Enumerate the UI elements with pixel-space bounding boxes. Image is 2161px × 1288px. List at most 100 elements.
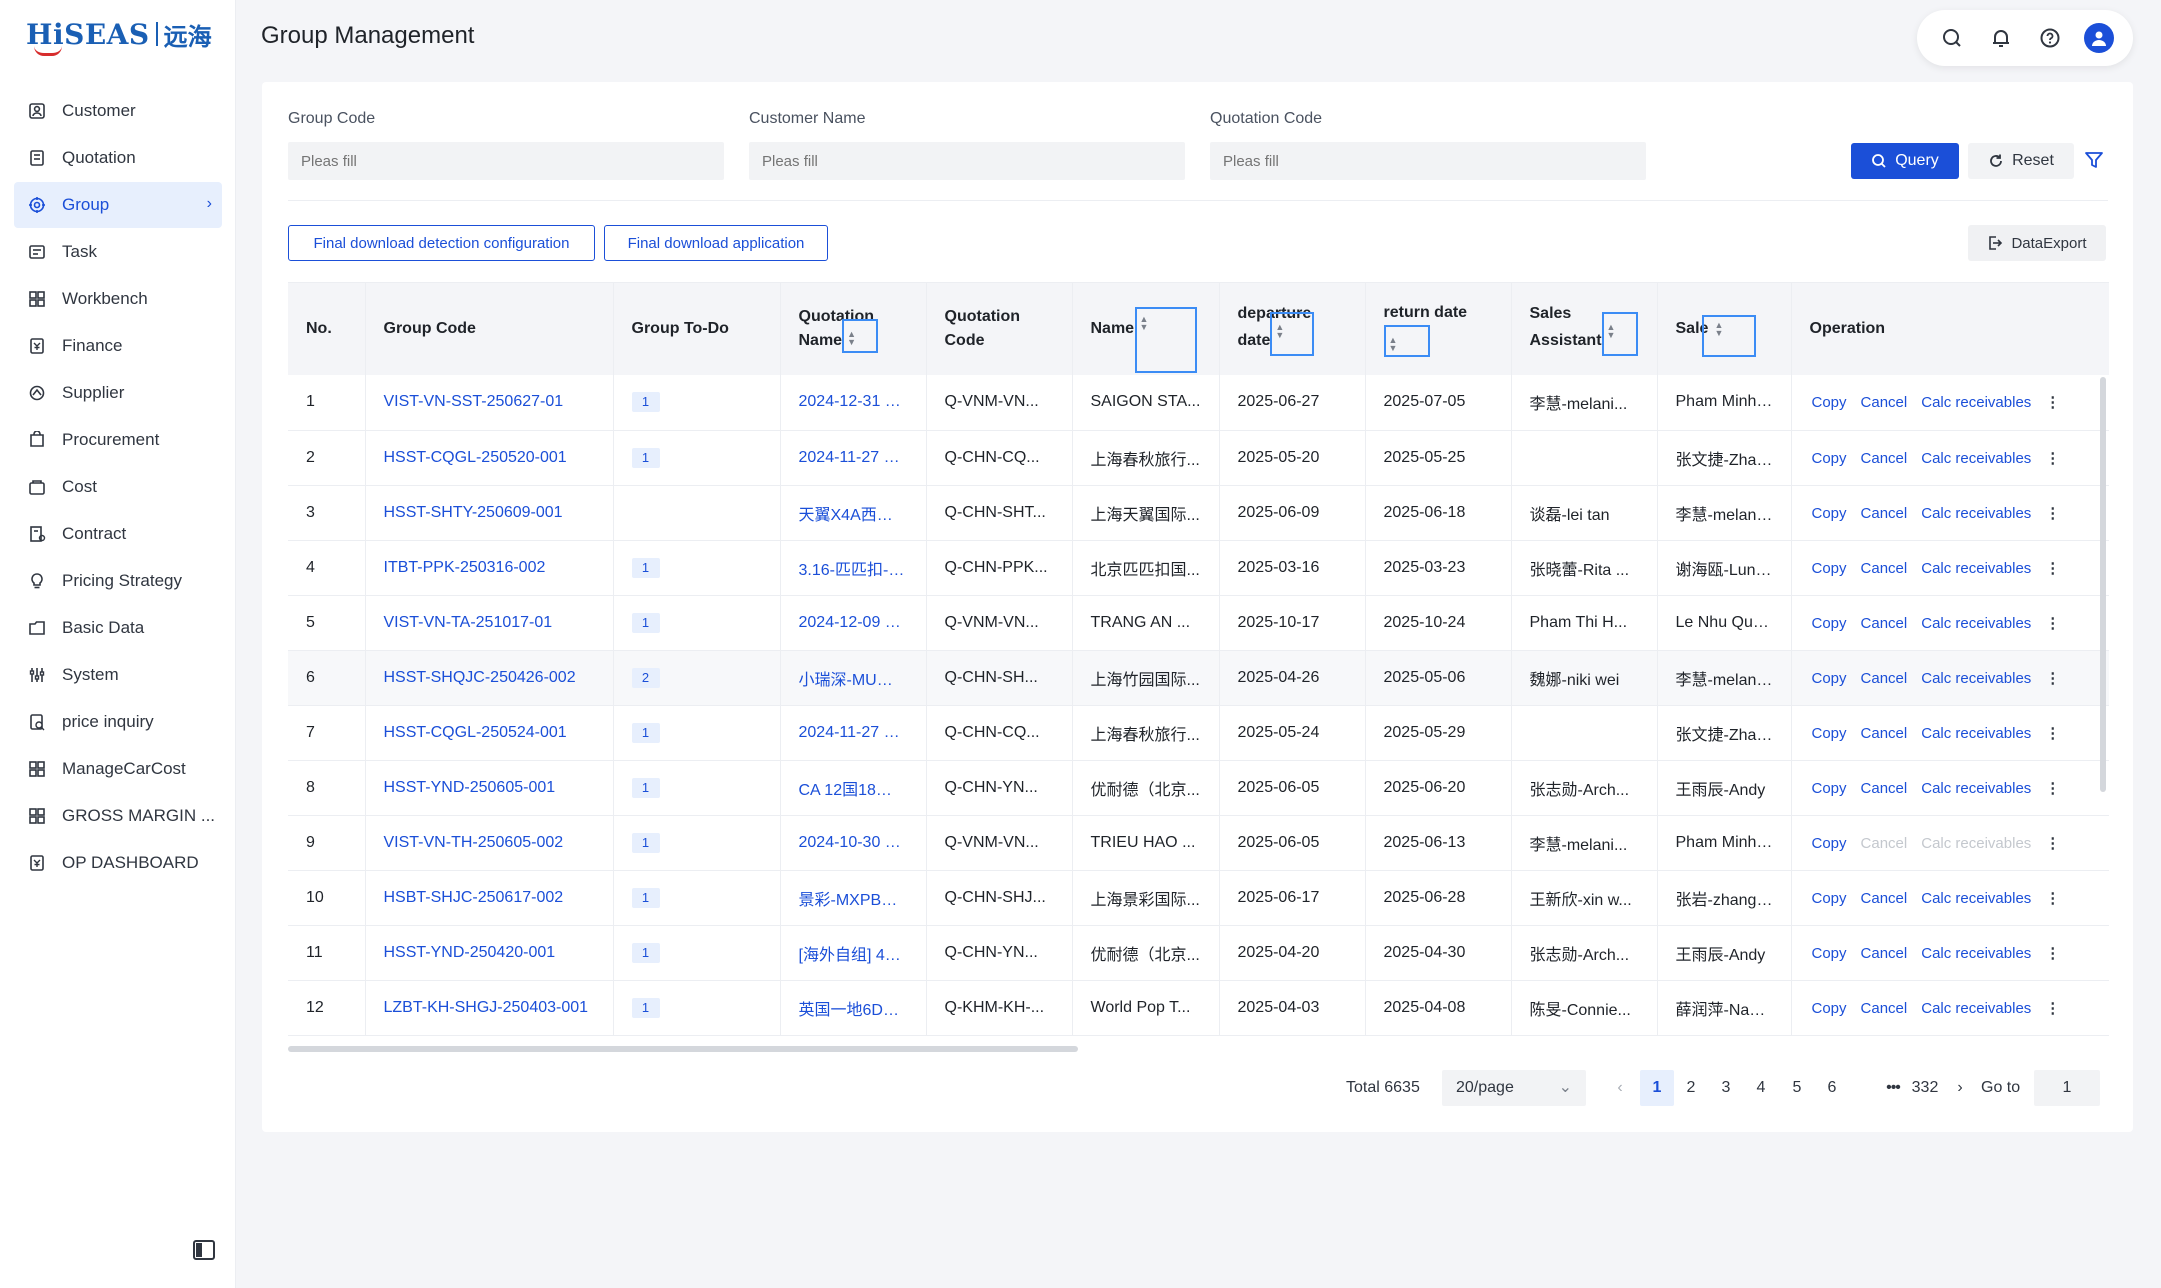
page-4[interactable]: 4 xyxy=(1744,1070,1778,1106)
help-icon[interactable] xyxy=(2035,23,2065,53)
calc-receivables-link[interactable]: Calc receivables xyxy=(1921,780,2031,797)
next-page-icon[interactable]: › xyxy=(1943,1070,1977,1106)
cell-quotation-name-link[interactable]: 景彩-MXPBUD五… xyxy=(780,870,927,926)
sidebar-item-cost[interactable]: Cost xyxy=(14,464,222,510)
table-row[interactable]: 11 HSST-YND-250420-001 1 [海外自组] 4月19… Q-CHN-… xyxy=(288,925,2109,981)
more-options-icon[interactable]: ⋮ xyxy=(2045,559,2060,577)
cell-quotation-name-link[interactable]: 2024-11-27 10:4… xyxy=(780,705,927,761)
todo-count-badge[interactable]: 2 xyxy=(631,667,660,688)
cancel-link[interactable]: Cancel xyxy=(1861,945,1908,962)
sidebar-item-gross-margin[interactable]: GROSS MARGIN ... xyxy=(14,793,222,839)
pagination-ellipsis[interactable]: ••• xyxy=(1876,1070,1910,1106)
sort-quotation-name-icon[interactable]: ▲ ▼ xyxy=(842,318,879,353)
cancel-link[interactable]: Cancel xyxy=(1861,560,1908,577)
calc-receivables-link[interactable]: Calc receivables xyxy=(1921,505,2031,522)
cell-group-code-link[interactable]: VIST-VN-SST-250627-01 xyxy=(365,375,614,431)
calc-receivables-link[interactable]: Calc receivables xyxy=(1921,560,2031,577)
sidebar-item-procurement[interactable]: Procurement xyxy=(14,417,222,463)
copy-link[interactable]: Copy xyxy=(1812,1000,1847,1017)
sidebar-item-group[interactable]: Group › xyxy=(14,182,222,228)
final-download-detection-config-button[interactable]: Final download detection configuration xyxy=(288,225,595,261)
cancel-link[interactable]: Cancel xyxy=(1861,615,1908,632)
todo-count-badge[interactable]: 1 xyxy=(631,722,660,743)
sidebar-item-finance[interactable]: Finance xyxy=(14,323,222,369)
goto-input[interactable]: 1 xyxy=(2034,1070,2100,1106)
table-row[interactable]: 9 VIST-VN-TH-250605-002 1 2024-10-30 11:5… Q… xyxy=(288,815,2109,871)
table-row[interactable]: 1 VIST-VN-SST-250627-01 1 2024-12-31 17:3… Q… xyxy=(288,375,2109,431)
sidebar-item-quotation[interactable]: Quotation xyxy=(14,135,222,181)
cell-group-code-link[interactable]: HSST-YND-250605-001 xyxy=(365,760,614,816)
copy-link[interactable]: Copy xyxy=(1812,505,1847,522)
cancel-link[interactable]: Cancel xyxy=(1861,780,1908,797)
data-export-button[interactable]: DataExport xyxy=(1968,225,2106,261)
sidebar-item-price-inquiry[interactable]: price inquiry xyxy=(14,699,222,745)
table-row[interactable]: 10 HSBT-SHJC-250617-002 1 景彩-MXPBUD五… Q-CHN-… xyxy=(288,870,2109,926)
copy-link[interactable]: Copy xyxy=(1812,835,1847,852)
page-2[interactable]: 2 xyxy=(1674,1070,1708,1106)
more-options-icon[interactable]: ⋮ xyxy=(2045,504,2060,522)
more-options-icon[interactable]: ⋮ xyxy=(2045,779,2060,797)
calc-receivables-link[interactable]: Calc receivables xyxy=(1921,1000,2031,1017)
more-options-icon[interactable]: ⋮ xyxy=(2045,834,2060,852)
cell-quotation-name-link[interactable]: 3.16-匹匹扣-邓琴… xyxy=(780,540,927,596)
copy-link[interactable]: Copy xyxy=(1812,450,1847,467)
todo-count-badge[interactable]: 1 xyxy=(631,887,660,908)
sidebar-item-supplier[interactable]: Supplier xyxy=(14,370,222,416)
calc-receivables-link[interactable]: Calc receivables xyxy=(1921,835,2031,852)
cancel-link[interactable]: Cancel xyxy=(1861,725,1908,742)
sort-return-date-icon[interactable]: ▲ ▼ xyxy=(1383,325,1430,357)
sort-sale-icon[interactable]: ▲ ▼ xyxy=(1701,315,1756,357)
sidebar-item-basic-data[interactable]: Basic Data xyxy=(14,605,222,651)
cell-quotation-name-link[interactable]: 英国一地6D5N-1… xyxy=(780,980,927,1036)
cell-quotation-name-link[interactable]: 2024-12-09 15:4… xyxy=(780,595,927,651)
search-icon[interactable] xyxy=(1937,23,1967,53)
sidebar-item-manage-car-cost[interactable]: ManageCarCost xyxy=(14,746,222,792)
cell-quotation-name-link[interactable]: 2024-12-31 17:3… xyxy=(780,375,927,431)
table-row[interactable]: 12 LZBT-KH-SHGJ-250403-001 1 英国一地6D5N-1… Q-K… xyxy=(288,980,2109,1036)
calc-receivables-link[interactable]: Calc receivables xyxy=(1921,450,2031,467)
calc-receivables-link[interactable]: Calc receivables xyxy=(1921,615,2031,632)
sort-name-icon[interactable]: ▲ ▼ xyxy=(1134,307,1197,373)
page-3[interactable]: 3 xyxy=(1709,1070,1743,1106)
calc-receivables-link[interactable]: Calc receivables xyxy=(1921,394,2031,411)
cell-group-code-link[interactable]: VIST-VN-TH-250605-002 xyxy=(365,815,614,871)
copy-link[interactable]: Copy xyxy=(1812,890,1847,907)
todo-count-badge[interactable]: 1 xyxy=(631,777,660,798)
sidebar-item-op-dashboard[interactable]: OP DASHBOARD xyxy=(14,840,222,886)
more-options-icon[interactable]: ⋮ xyxy=(2045,999,2060,1017)
user-avatar-icon[interactable] xyxy=(2083,23,2114,53)
more-options-icon[interactable]: ⋮ xyxy=(2045,449,2060,467)
table-row[interactable]: 8HSST-YND-250605-001 1 CA 12国18日（BU…Q-CHN-… xyxy=(288,760,2109,816)
sidebar-item-task[interactable]: Task xyxy=(14,229,222,275)
more-options-icon[interactable]: ⋮ xyxy=(2045,944,2060,962)
sidebar-item-workbench[interactable]: Workbench xyxy=(14,276,222,322)
todo-count-badge[interactable]: 1 xyxy=(631,447,660,468)
final-download-application-button[interactable]: Final download application xyxy=(604,225,828,261)
page-5[interactable]: 5 xyxy=(1780,1070,1814,1106)
cancel-link[interactable]: Cancel xyxy=(1861,394,1908,411)
page-size-select[interactable]: 20/page ⌄ xyxy=(1442,1070,1586,1106)
sidebar-item-pricing-strategy[interactable]: Pricing Strategy xyxy=(14,558,222,604)
sort-sales-assistant-icon[interactable]: ▲ ▼ xyxy=(1601,312,1638,356)
calc-receivables-link[interactable]: Calc receivables xyxy=(1921,725,2031,742)
cell-quotation-name-link[interactable]: 2024-11-27 10:4… xyxy=(780,430,927,486)
more-options-icon[interactable]: ⋮ xyxy=(2045,724,2060,742)
todo-count-badge[interactable]: 1 xyxy=(631,832,660,853)
copy-link[interactable]: Copy xyxy=(1812,780,1847,797)
cancel-link[interactable]: Cancel xyxy=(1861,835,1908,852)
sort-departure-icon[interactable]: ▲ ▼ xyxy=(1270,312,1315,356)
query-button[interactable]: Query xyxy=(1851,143,1959,179)
quotation-code-input[interactable] xyxy=(1210,142,1646,180)
cancel-link[interactable]: Cancel xyxy=(1861,890,1908,907)
cell-group-code-link[interactable]: HSST-CQGL-250520-001 xyxy=(365,430,614,486)
page-last[interactable]: 332 xyxy=(1908,1070,1942,1106)
cell-group-code-link[interactable]: HSST-CQGL-250524-001 xyxy=(365,705,614,761)
table-row[interactable]: 7 HSST-CQGL-250524-001 1 2024-11-27 10:4… Q-… xyxy=(288,705,2109,761)
cell-group-code-link[interactable]: VIST-VN-TA-251017-01 xyxy=(365,595,614,651)
logo[interactable]: HiSEAS 远海 xyxy=(26,14,212,56)
cancel-link[interactable]: Cancel xyxy=(1861,1000,1908,1017)
cell-quotation-name-link[interactable]: 2024-10-30 11:5… xyxy=(780,815,927,871)
table-row[interactable]: 5 VIST-VN-TA-251017-01 1 2024-12-09 15:4… Q-… xyxy=(288,595,2109,651)
copy-link[interactable]: Copy xyxy=(1812,394,1847,411)
cell-group-code-link[interactable]: HSST-SHQJC-250426-002 xyxy=(365,650,614,706)
